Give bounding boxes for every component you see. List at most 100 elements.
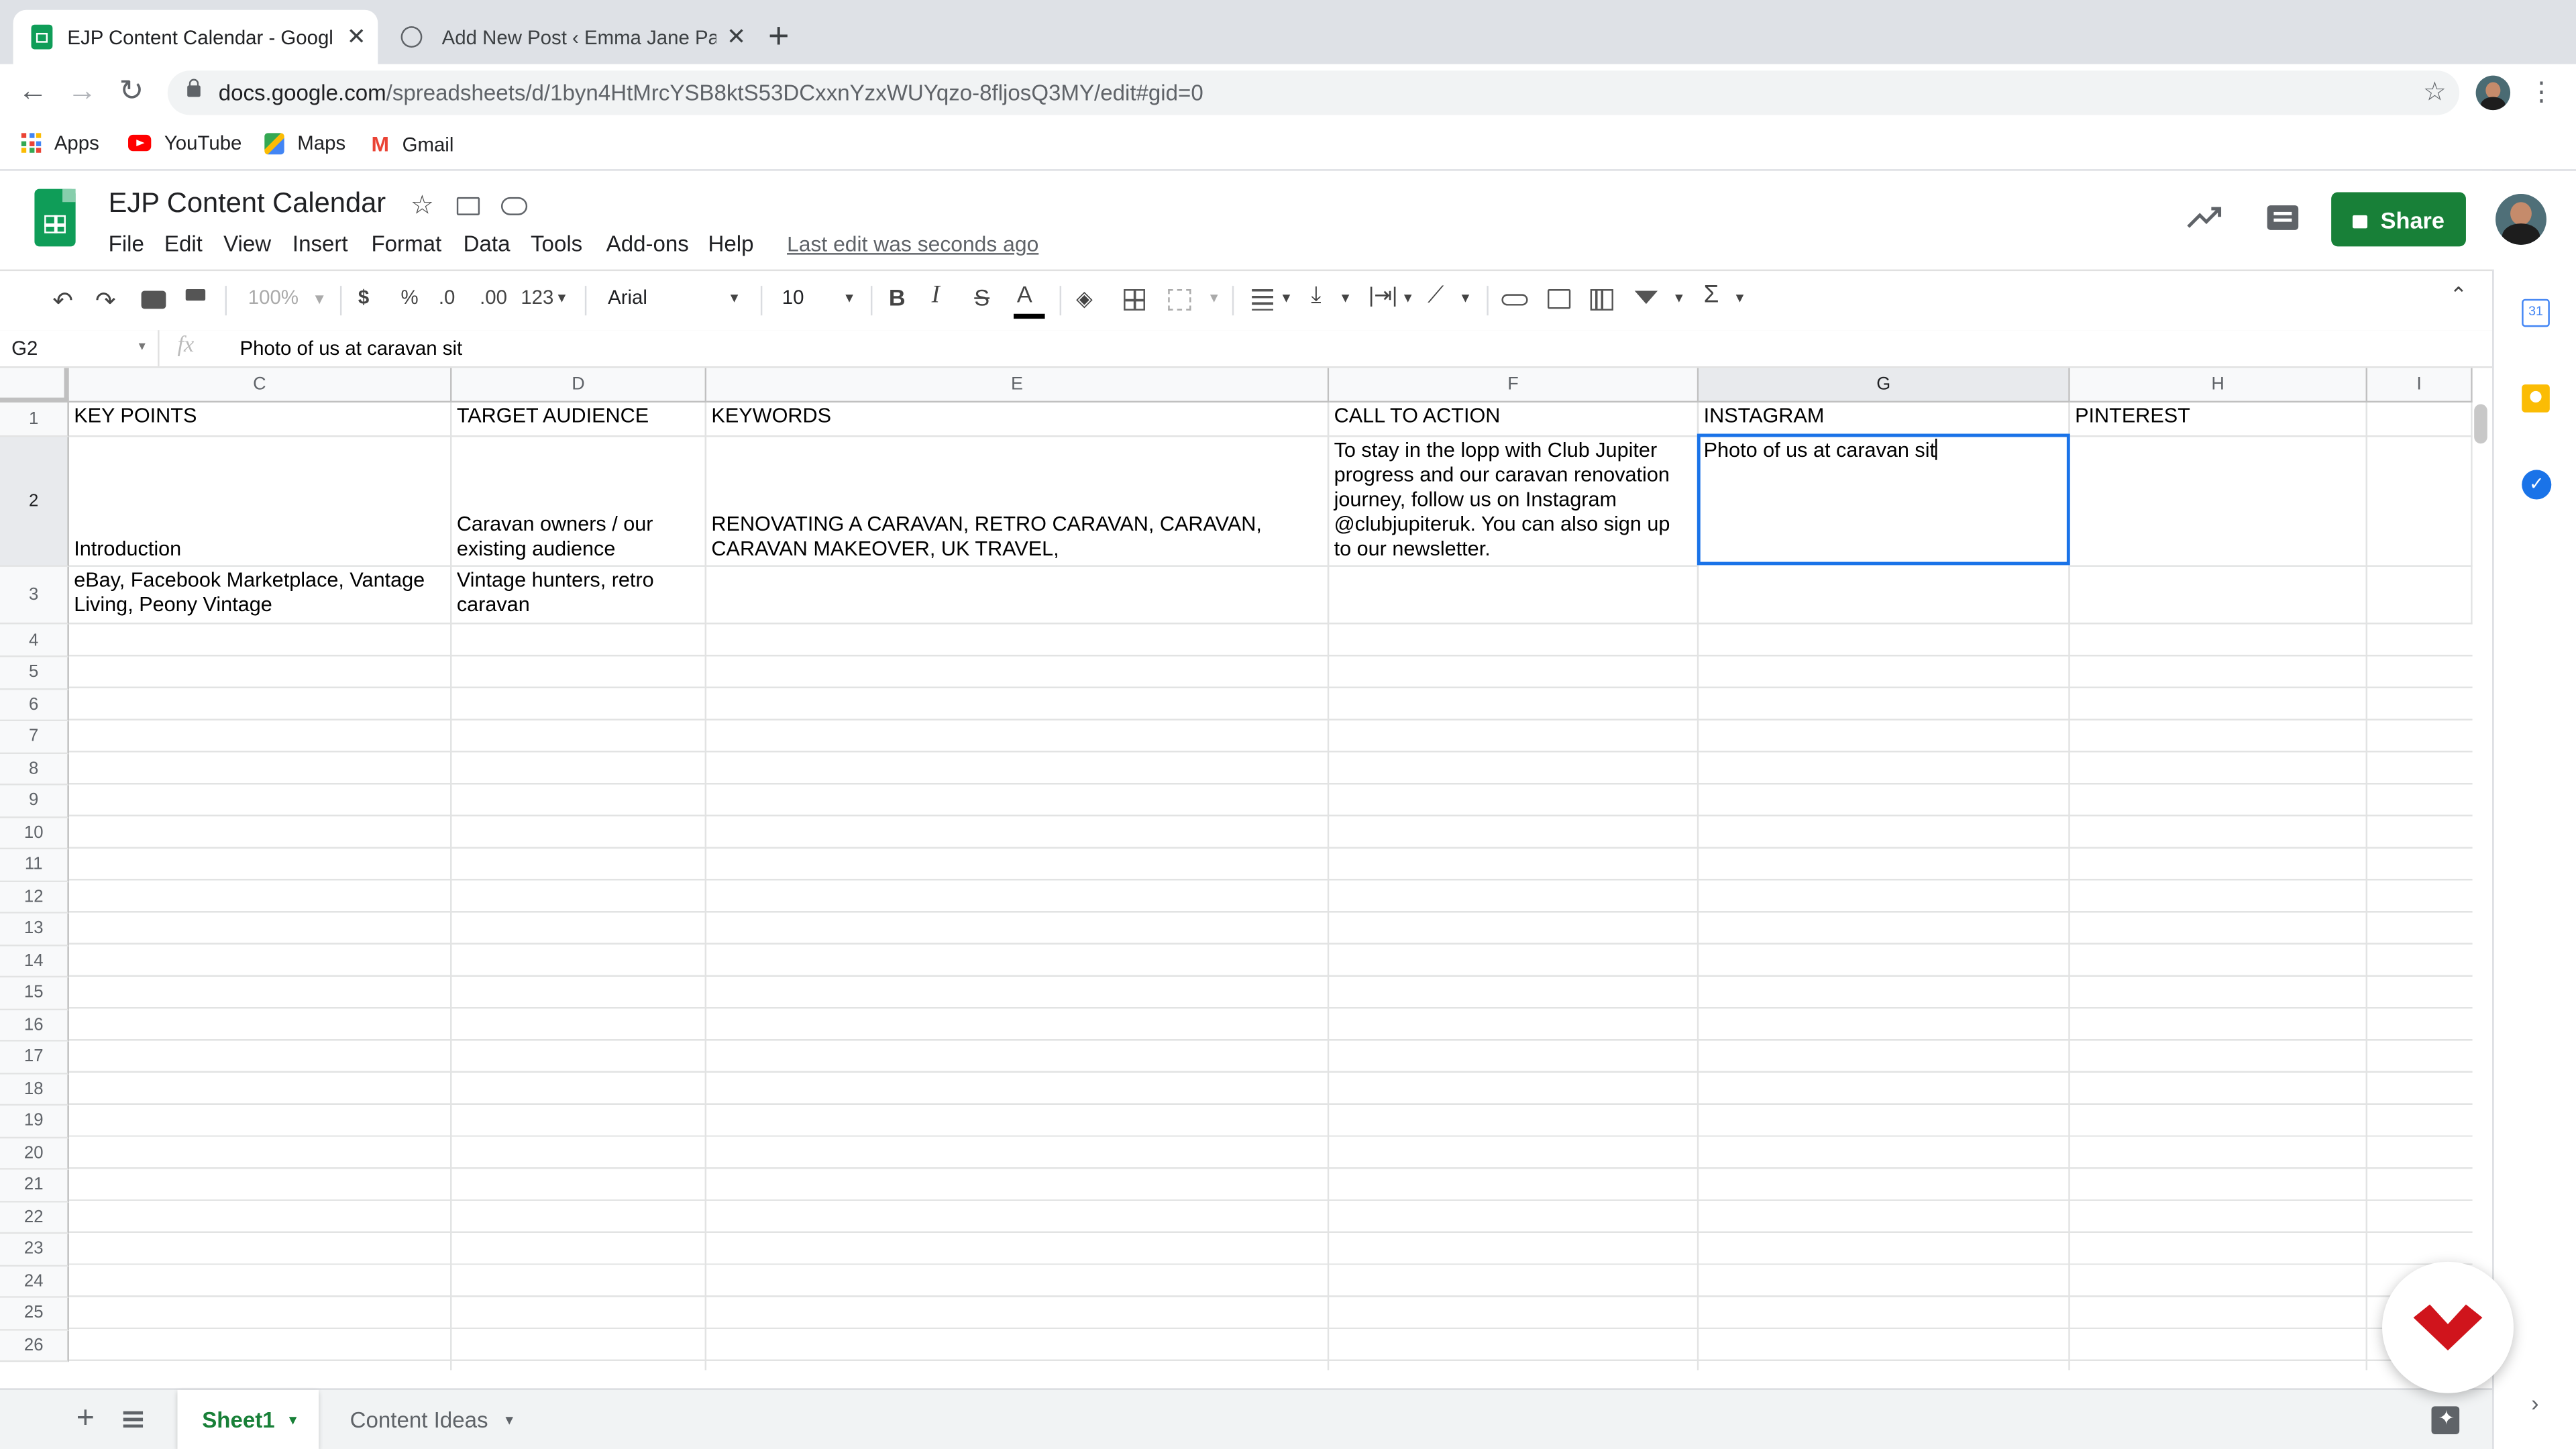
row-header[interactable]: 13 [0, 913, 69, 946]
paint-format-icon[interactable] [185, 289, 206, 301]
cell-e1[interactable]: KEYWORDS [706, 402, 1330, 437]
sheets-logo-icon[interactable] [34, 189, 76, 247]
account-avatar[interactable] [2496, 193, 2546, 245]
row-header[interactable]: 25 [0, 1297, 69, 1330]
reload-icon[interactable]: ↻ [115, 73, 148, 107]
functions-sigma-icon[interactable]: Σ [1704, 281, 1719, 309]
borders-icon[interactable] [1124, 289, 1145, 311]
browser-tab-wordpress[interactable]: Add New Post ‹ Emma Jane Pa ✕ [388, 10, 746, 64]
cell-i3[interactable] [2367, 566, 2473, 625]
cell-d1[interactable]: TARGET AUDIENCE [451, 402, 707, 437]
expand-panel-icon[interactable]: › [2524, 1387, 2546, 1419]
back-arrow-icon[interactable]: ← [16, 73, 49, 107]
close-icon[interactable]: ✕ [347, 23, 366, 51]
cell-e3[interactable] [706, 566, 1330, 625]
column-header-e[interactable]: E [706, 368, 1330, 403]
row-header[interactable]: 15 [0, 977, 69, 1010]
sheet-tab-content-ideas[interactable]: Content Ideas ▼ [329, 1390, 542, 1449]
percent-format-button[interactable]: % [401, 286, 419, 309]
cell-d2[interactable]: Caravan owners / our existing audience [451, 437, 707, 567]
cell-f1[interactable]: CALL TO ACTION [1329, 402, 1699, 437]
filter-icon[interactable] [1634, 290, 1658, 305]
last-edit-link[interactable]: Last edit was seconds ago [787, 231, 1038, 256]
menu-tools[interactable]: Tools [531, 231, 582, 256]
row-header[interactable]: 12 [0, 881, 69, 914]
increase-decimal-button[interactable]: .00 [480, 286, 507, 309]
vertical-scrollbar[interactable] [2474, 404, 2487, 444]
cell-i2[interactable] [2367, 437, 2473, 567]
explore-icon[interactable]: ✦ [2431, 1406, 2460, 1434]
doc-title[interactable]: EJP Content Calendar [109, 187, 386, 220]
add-sheet-icon[interactable]: + [70, 1401, 100, 1438]
vertical-align-icon[interactable]: ⤓ [1311, 281, 1321, 309]
sheet-tab-sheet1[interactable]: Sheet1 ▼ [177, 1389, 319, 1449]
bookmark-maps[interactable]: Maps [264, 131, 345, 154]
insert-link-icon[interactable] [1501, 294, 1528, 306]
row-header[interactable]: 2 [0, 437, 69, 567]
row-header[interactable]: 7 [0, 721, 69, 753]
row-header[interactable]: 8 [0, 753, 69, 786]
collapse-toolbar-icon[interactable]: ⌃ [2449, 282, 2467, 309]
bookmark-apps[interactable]: Apps [21, 131, 99, 154]
zoom-select[interactable]: 100% [248, 286, 299, 309]
row-header[interactable]: 9 [0, 785, 69, 818]
row-header[interactable]: 17 [0, 1041, 69, 1074]
currency-format-button[interactable]: $ [358, 286, 369, 309]
row-header[interactable]: 11 [0, 849, 69, 881]
row-header[interactable]: 24 [0, 1265, 69, 1298]
move-folder-icon[interactable] [456, 197, 480, 215]
text-rotation-icon[interactable]: ⟋ [1428, 281, 1444, 309]
row-header[interactable]: 19 [0, 1106, 69, 1138]
cell-f3[interactable] [1329, 566, 1699, 625]
share-button[interactable]: Share [2331, 192, 2466, 247]
column-header-h[interactable]: H [2070, 368, 2368, 403]
keep-icon[interactable] [2522, 384, 2550, 413]
row-header[interactable]: 14 [0, 945, 69, 978]
menu-help[interactable]: Help [708, 231, 754, 256]
text-color-icon[interactable]: A [1017, 281, 1032, 307]
address-bar[interactable]: docs.google.com/spreadsheets/d/1byn4HtMr… [167, 70, 2460, 115]
bookmark-youtube[interactable]: YouTube [128, 131, 241, 154]
menu-file[interactable]: File [109, 231, 144, 256]
row-header[interactable]: 18 [0, 1073, 69, 1106]
cell-g1[interactable]: INSTAGRAM [1699, 402, 2070, 437]
redo-icon[interactable]: ↷ [95, 286, 116, 316]
row-header[interactable]: 20 [0, 1137, 69, 1170]
horizontal-align-icon[interactable] [1252, 289, 1273, 311]
cloud-status-icon[interactable] [500, 197, 528, 215]
cell-h3[interactable] [2070, 566, 2368, 625]
menu-edit[interactable]: Edit [164, 231, 203, 256]
forward-arrow-icon[interactable]: → [66, 73, 99, 107]
calendar-icon[interactable]: 31 [2522, 299, 2550, 327]
activity-trend-icon[interactable] [2187, 204, 2223, 230]
cell-c2[interactable]: Introduction [68, 437, 452, 567]
cell-f2[interactable]: To stay in the lopp with Club Jupiter pr… [1329, 437, 1699, 567]
insert-chart-icon[interactable] [1590, 289, 1613, 311]
row-header[interactable]: 1 [0, 402, 69, 437]
strikethrough-icon[interactable]: S [974, 284, 989, 311]
kebab-menu-icon[interactable]: ⋮ [2528, 74, 2555, 110]
fill-color-icon[interactable]: ◈ [1076, 286, 1092, 312]
print-icon[interactable] [141, 290, 166, 309]
bold-icon[interactable]: B [889, 284, 906, 311]
row-header[interactable]: 21 [0, 1169, 69, 1202]
bookmark-star-icon[interactable]: ☆ [2418, 76, 2451, 109]
cell-h2[interactable] [2070, 437, 2368, 567]
cell-d3[interactable]: Vintage hunters, retro caravan [451, 566, 707, 625]
column-header-c[interactable]: C [68, 368, 452, 403]
column-header-g[interactable]: G [1699, 368, 2070, 403]
font-size-select[interactable]: 10 [782, 286, 804, 309]
cell-e2[interactable]: RENOVATING A CARAVAN, RETRO CARAVAN, CAR… [706, 437, 1330, 567]
floating-logo-badge[interactable] [2382, 1261, 2514, 1393]
column-header-f[interactable]: F [1329, 368, 1699, 403]
browser-tab-sheets[interactable]: EJP Content Calendar - Google ✕ [13, 9, 378, 64]
insert-comment-icon[interactable] [1547, 289, 1571, 309]
new-tab-icon[interactable]: + [761, 15, 797, 56]
row-header[interactable]: 26 [0, 1330, 69, 1362]
name-box[interactable]: G2 ▼ [0, 330, 160, 367]
menu-insert[interactable]: Insert [292, 231, 348, 256]
row-header[interactable]: 23 [0, 1234, 69, 1266]
menu-format[interactable]: Format [371, 231, 441, 256]
cell-g3[interactable] [1699, 566, 2070, 625]
select-all-corner[interactable] [0, 368, 69, 403]
